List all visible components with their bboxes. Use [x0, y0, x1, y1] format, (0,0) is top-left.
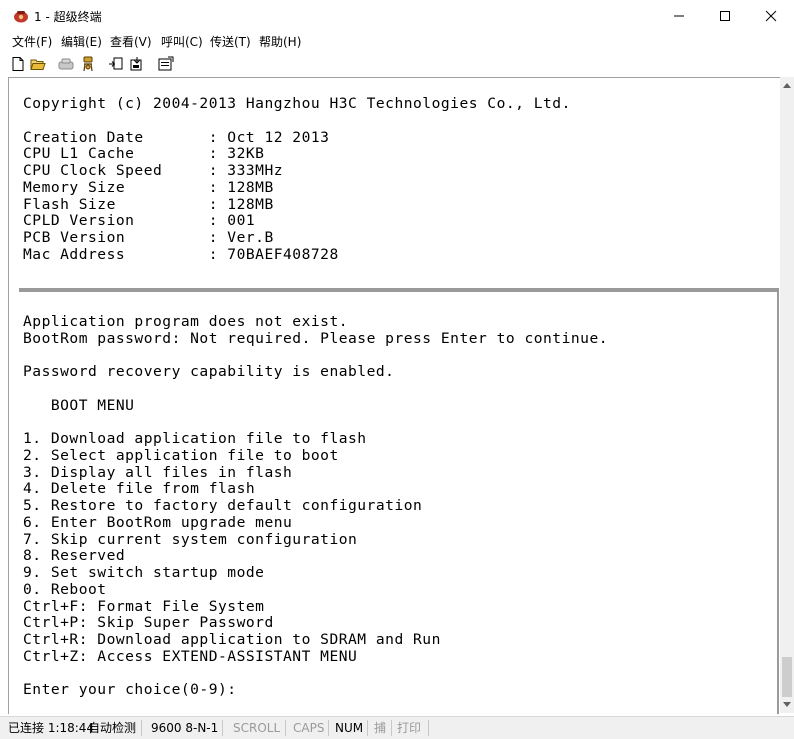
close-button[interactable] — [748, 0, 794, 32]
connect-icon[interactable] — [58, 56, 74, 72]
terminal-text: Copyright (c) 2004-2013 Hangzhou H3C Tec… — [23, 96, 609, 699]
menu-file[interactable]: 文件(F) — [12, 34, 52, 50]
maximize-icon — [720, 11, 730, 21]
status-separator — [285, 720, 286, 736]
screen-buffer-edge — [769, 288, 779, 714]
new-document-icon[interactable] — [10, 56, 26, 72]
title-bar: 1 - 超级终端 — [0, 0, 794, 32]
scroll-thumb[interactable] — [782, 657, 792, 697]
menu-bar: 文件(F) 编辑(E) 查看(V) 呼叫(C) 传送(T) 帮助(H) — [0, 32, 794, 52]
minimize-button[interactable] — [656, 0, 702, 32]
window-title: 1 - 超级终端 — [34, 10, 102, 24]
status-separator — [222, 720, 223, 736]
menu-edit[interactable]: 编辑(E) — [61, 34, 102, 50]
num-lock-indicator: NUM — [335, 721, 364, 735]
terminal-output: Copyright (c) 2004-2013 Hangzhou H3C Tec… — [23, 96, 775, 708]
toolbar — [0, 52, 794, 76]
status-bar: 已连接 1:18:44 自动检测 9600 8-N-1 SCROLL CAPS … — [0, 716, 794, 739]
caps-lock-indicator: CAPS — [293, 721, 325, 735]
capture-indicator: 捕 — [374, 721, 387, 735]
minimize-icon — [674, 15, 684, 17]
connection-time: 已连接 1:18:44 — [8, 721, 95, 735]
scroll-up-button[interactable] — [780, 77, 794, 94]
terminal-screen[interactable]: Copyright (c) 2004-2013 Hangzhou H3C Tec… — [8, 77, 781, 714]
auto-detect-status: 自动检测 — [88, 721, 137, 735]
screen-buffer-divider — [19, 288, 777, 292]
disconnect-icon[interactable] — [80, 56, 96, 72]
menu-transfer[interactable]: 传送(T) — [210, 34, 251, 50]
status-separator — [391, 720, 392, 736]
status-separator — [328, 720, 329, 736]
vertical-scrollbar[interactable] — [780, 77, 794, 713]
receive-file-icon[interactable] — [129, 56, 145, 72]
port-settings: 9600 8-N-1 — [151, 721, 219, 735]
print-echo-indicator: 打印 — [397, 721, 422, 735]
menu-view[interactable]: 查看(V) — [110, 34, 152, 50]
scroll-down-button[interactable] — [780, 696, 794, 713]
scroll-lock-indicator: SCROLL — [233, 721, 281, 735]
scroll-down-arrow-icon — [783, 702, 791, 707]
send-file-icon[interactable] — [108, 56, 124, 72]
open-folder-icon[interactable] — [30, 56, 46, 72]
status-separator — [428, 720, 429, 736]
close-icon — [765, 10, 777, 22]
menu-help[interactable]: 帮助(H) — [259, 34, 301, 50]
properties-icon[interactable] — [158, 56, 174, 72]
hyperterminal-phone-icon — [14, 11, 28, 23]
menu-call[interactable]: 呼叫(C) — [161, 34, 203, 50]
status-separator — [367, 720, 368, 736]
status-separator — [141, 720, 142, 736]
scroll-up-arrow-icon — [783, 83, 791, 88]
maximize-button[interactable] — [702, 0, 748, 32]
